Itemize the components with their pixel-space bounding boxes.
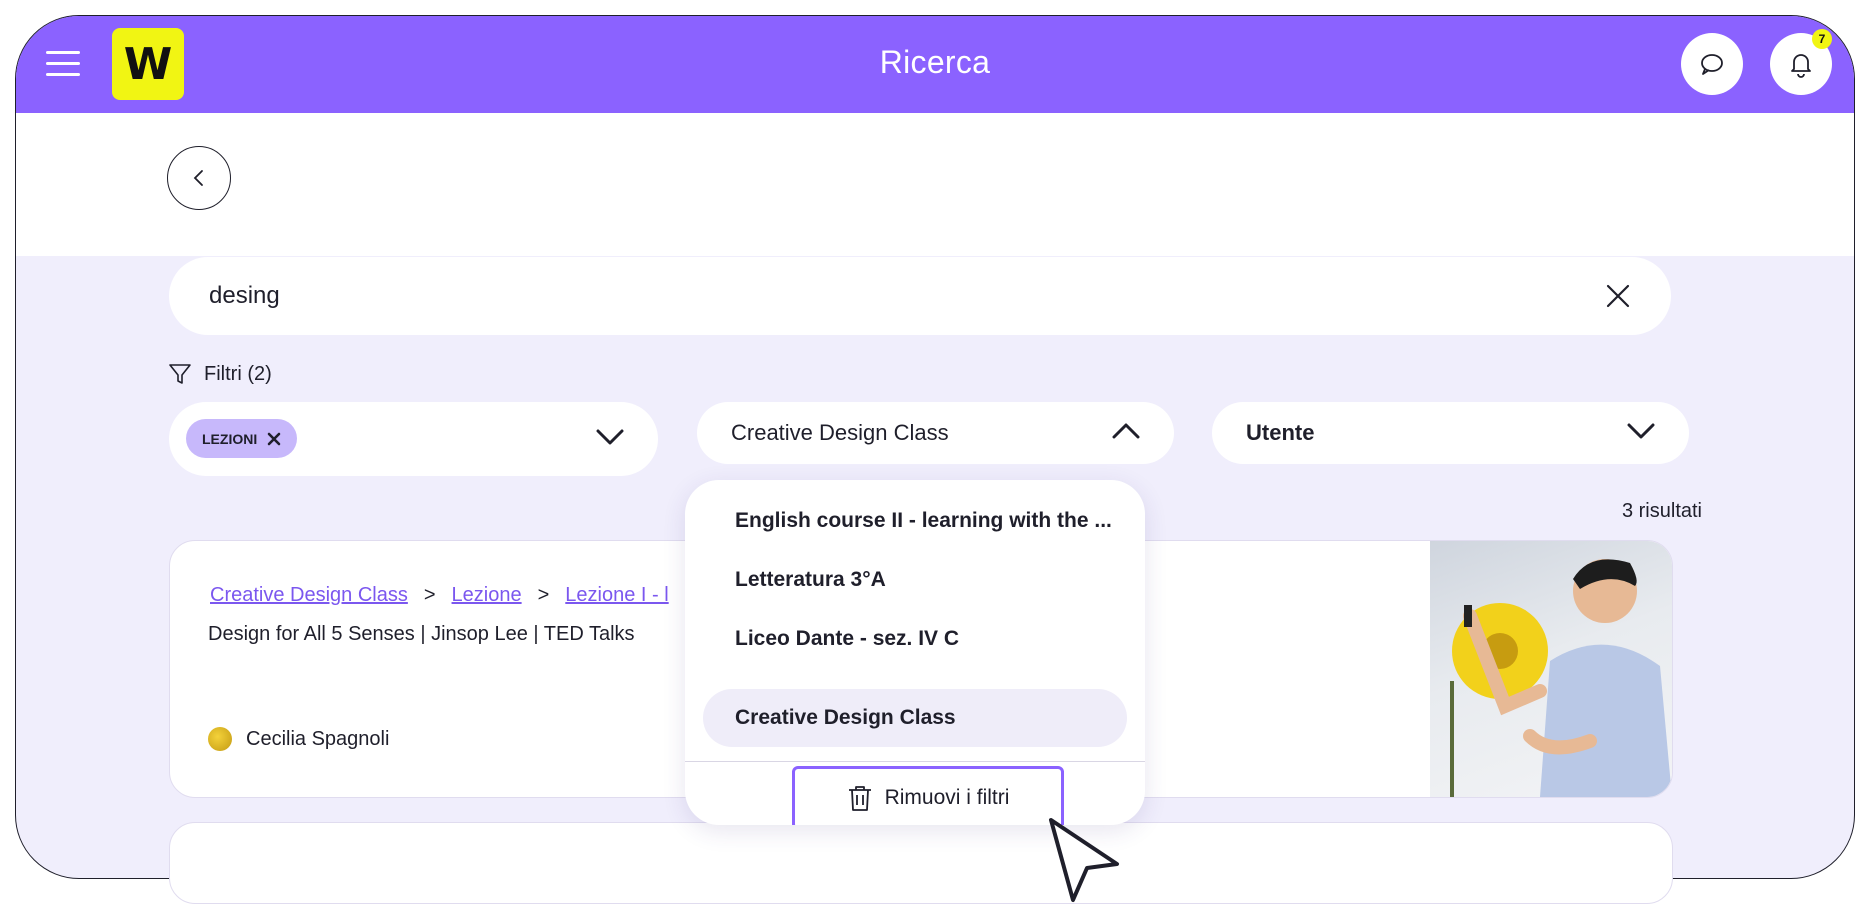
chat-icon — [1701, 54, 1723, 75]
close-icon[interactable] — [1605, 283, 1631, 309]
speaker-photo — [1450, 559, 1672, 797]
option-label: Liceo Dante - sez. IV C — [735, 627, 960, 650]
back-arrow-icon — [193, 170, 203, 186]
filters-header[interactable]: Filtri (2) — [168, 362, 272, 386]
option-label: Letteratura 3°A — [735, 568, 886, 591]
result-card[interactable] — [169, 822, 1673, 904]
filters-label: Filtri (2) — [204, 362, 272, 385]
chevron-down-icon — [596, 429, 624, 445]
breadcrumb: Creative Design Class > Lezione > Lezion… — [210, 584, 669, 607]
chat-button[interactable] — [1681, 33, 1743, 95]
remove-filters-button[interactable]: Rimuovi i filtri — [792, 766, 1064, 825]
result-author: Cecilia Spagnoli — [208, 727, 389, 751]
breadcrumb-link-class[interactable]: Creative Design Class — [210, 584, 408, 607]
header-band — [16, 113, 1854, 256]
search-bar — [169, 257, 1671, 335]
type-filter-dropdown[interactable]: LEZIONI — [169, 402, 658, 476]
cursor-pointer — [1049, 818, 1119, 902]
dropdown-option[interactable]: Letteratura 3°A — [703, 551, 1127, 609]
breadcrumb-separator: > — [537, 584, 550, 606]
dropdown-option[interactable]: English course II - learning with the ..… — [703, 492, 1127, 550]
result-title[interactable]: Design for All 5 Senses | Jinsop Lee | T… — [208, 623, 635, 646]
notification-badge: 7 — [1812, 29, 1832, 49]
option-label: Creative Design Class — [735, 706, 956, 729]
breadcrumb-link-lesson[interactable]: Lezione — [452, 584, 522, 607]
menu-divider — [685, 761, 1145, 762]
user-filter-dropdown[interactable]: Utente — [1212, 402, 1689, 464]
class-dropdown-menu: English course II - learning with the ..… — [685, 480, 1145, 825]
remove-filters-label: Rimuovi i filtri — [884, 786, 1010, 809]
trash-icon — [848, 786, 871, 811]
user-filter-label: Utente — [1246, 420, 1315, 445]
avatar — [208, 727, 232, 751]
dropdown-option-selected[interactable]: Creative Design Class — [703, 689, 1127, 747]
back-button[interactable] — [167, 146, 231, 210]
breadcrumb-separator: > — [423, 584, 436, 606]
class-filter-dropdown[interactable]: Creative Design Class — [697, 402, 1174, 464]
filter-chip-lezioni[interactable]: LEZIONI — [186, 419, 298, 458]
option-label: English course II - learning with the ..… — [735, 509, 1112, 532]
filter-icon — [169, 364, 191, 384]
results-count: 3 risultati — [1621, 500, 1702, 522]
class-filter-value: Creative Design Class — [731, 420, 949, 445]
author-name: Cecilia Spagnoli — [246, 727, 390, 750]
notifications-button[interactable]: 7 — [1770, 29, 1832, 95]
page-title: Ricerca — [879, 44, 991, 80]
top-bar: W Ricerca 7 — [16, 16, 1854, 113]
search-input[interactable] — [207, 277, 1511, 315]
close-icon[interactable] — [267, 432, 281, 446]
result-thumbnail[interactable] — [1430, 541, 1672, 797]
chevron-up-icon — [1112, 423, 1140, 439]
bell-icon — [1791, 54, 1811, 78]
breadcrumb-link-lesson-detail[interactable]: Lezione I - l — [565, 584, 668, 607]
chip-label: LEZIONI — [202, 430, 258, 447]
chevron-down-icon — [1627, 423, 1655, 439]
dropdown-option[interactable]: Liceo Dante - sez. IV C — [703, 610, 1127, 668]
